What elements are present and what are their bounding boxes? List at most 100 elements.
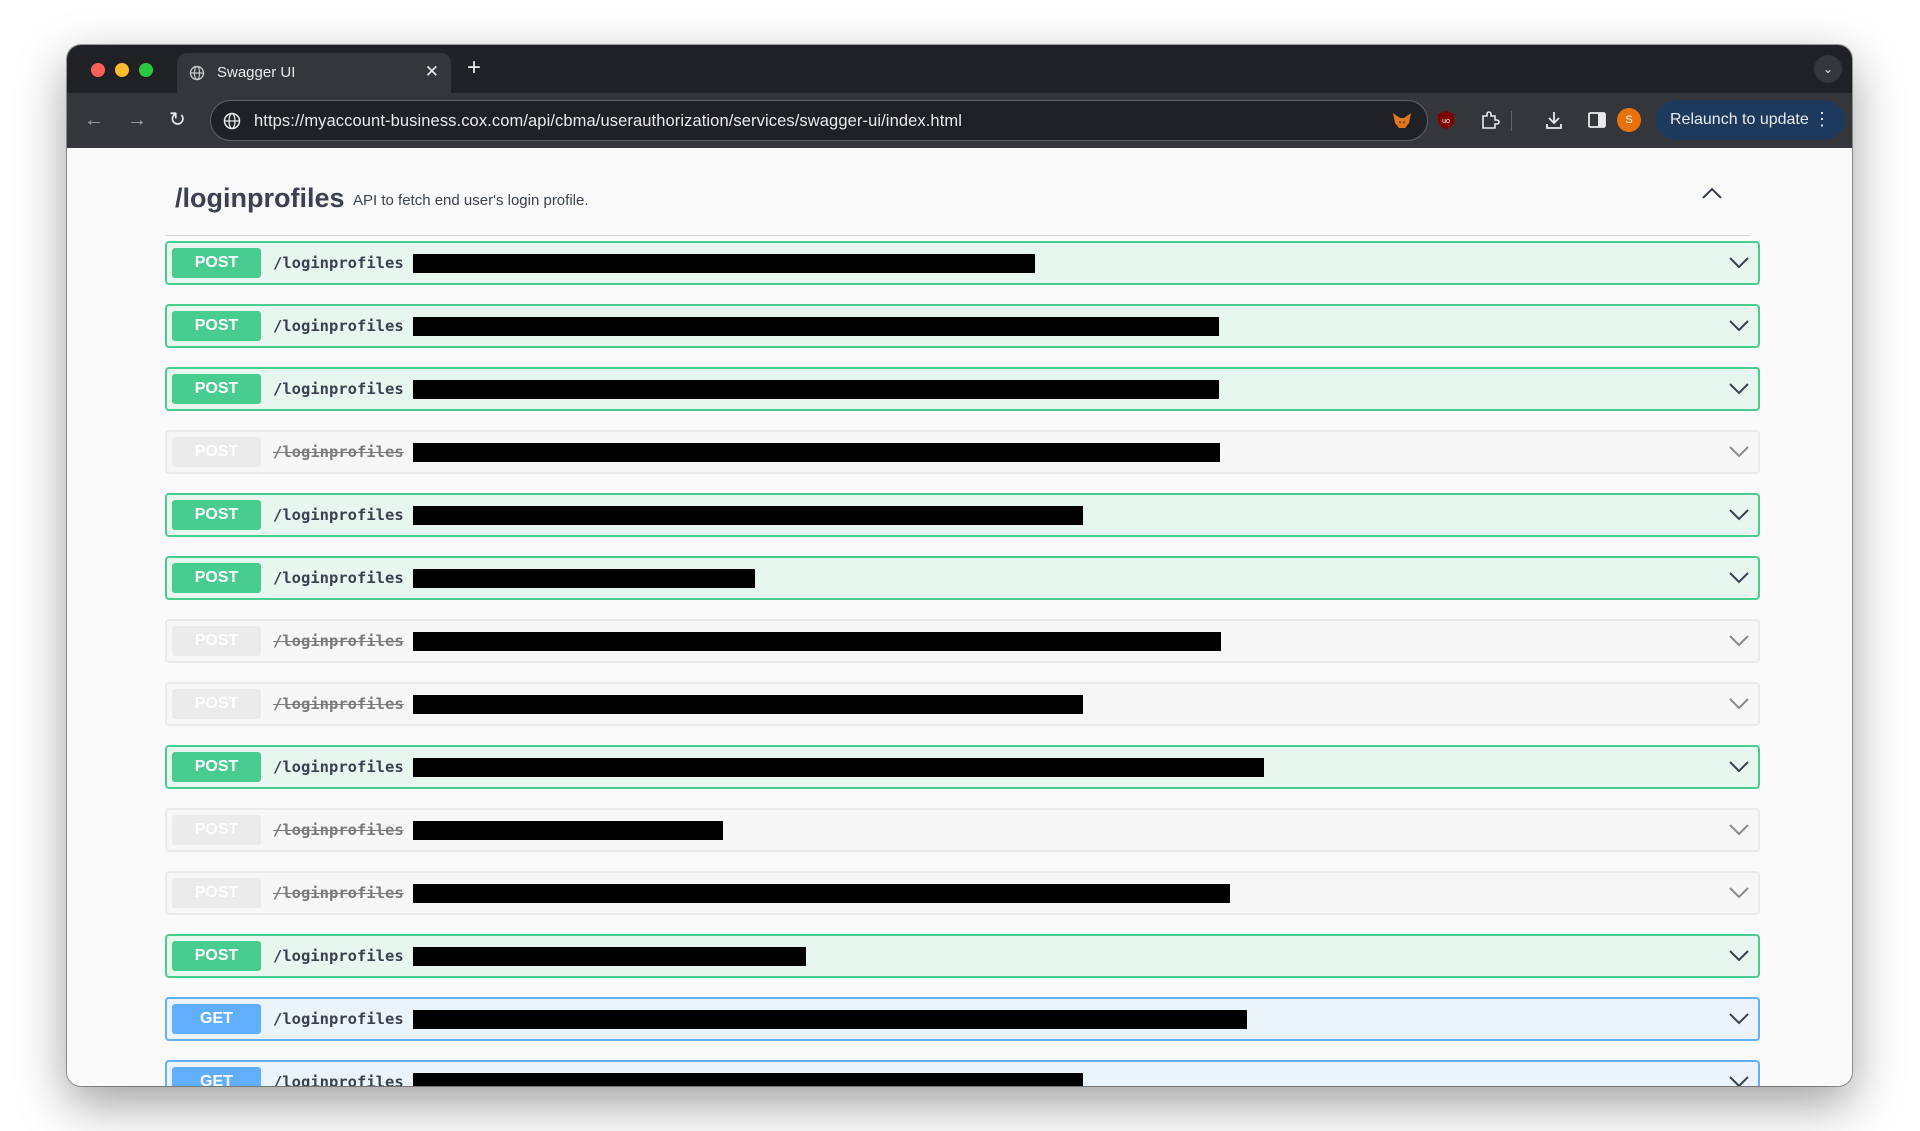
- url-text[interactable]: https://myaccount-business.cox.com/api/c…: [254, 112, 962, 131]
- operation-row[interactable]: POST/loginprofiles: [165, 556, 1760, 600]
- operation-row[interactable]: POST/loginprofiles: [165, 430, 1760, 474]
- extensions-puzzle-icon[interactable]: [1479, 109, 1501, 131]
- operation-path[interactable]: /loginprofiles: [273, 317, 404, 335]
- operation-row[interactable]: POST/loginprofiles: [165, 808, 1760, 852]
- operations-tag-header[interactable]: /loginprofiles API to fetch end user's l…: [165, 148, 1750, 236]
- maximize-window-button[interactable]: [139, 63, 153, 77]
- redacted-path-bar: [413, 254, 1035, 273]
- operation-row[interactable]: POST/loginprofiles: [165, 304, 1760, 348]
- http-method-badge: POST: [172, 752, 261, 782]
- tab-title: Swagger UI: [217, 64, 296, 81]
- chevron-down-icon[interactable]: [1728, 508, 1750, 522]
- operation-row[interactable]: POST/loginprofiles: [165, 934, 1760, 978]
- chevron-down-icon[interactable]: [1728, 319, 1750, 333]
- operation-path[interactable]: /loginprofiles: [273, 947, 404, 965]
- operation-path[interactable]: /loginprofiles: [273, 569, 404, 587]
- chevron-down-icon[interactable]: [1728, 886, 1750, 900]
- section-title[interactable]: /loginprofiles: [175, 183, 345, 214]
- http-method-badge: POST: [172, 941, 261, 971]
- tab-strip: Swagger UI ✕ + ⌄: [67, 45, 1852, 93]
- http-method-badge: GET: [172, 1067, 261, 1086]
- operation-path[interactable]: /loginprofiles: [273, 758, 404, 776]
- window-controls: [91, 63, 153, 77]
- http-method-badge: POST: [172, 626, 261, 656]
- redacted-path-bar: [413, 821, 723, 840]
- redacted-path-bar: [413, 1010, 1247, 1029]
- operation-path[interactable]: /loginprofiles: [273, 821, 404, 839]
- redacted-path-bar: [413, 884, 1230, 903]
- operation-row[interactable]: POST/loginprofiles: [165, 619, 1760, 663]
- chevron-down-icon[interactable]: [1728, 1075, 1750, 1086]
- chevron-down-icon[interactable]: [1728, 445, 1750, 459]
- close-tab-icon[interactable]: ✕: [425, 62, 439, 82]
- redacted-path-bar: [413, 380, 1219, 399]
- operation-path[interactable]: /loginprofiles: [273, 1010, 404, 1028]
- redacted-path-bar: [413, 947, 806, 966]
- browser-window: Swagger UI ✕ + ⌄ ← → ↻ https://myaccount…: [67, 45, 1852, 1086]
- http-method-badge: GET: [172, 1004, 261, 1034]
- operation-row[interactable]: POST/loginprofiles: [165, 493, 1760, 537]
- svg-text:uo: uo: [1442, 118, 1450, 125]
- download-icon[interactable]: [1543, 109, 1565, 131]
- address-bar[interactable]: https://myaccount-business.cox.com/api/c…: [210, 100, 1428, 141]
- operation-path[interactable]: /loginprofiles: [273, 254, 404, 272]
- profile-avatar[interactable]: S: [1617, 108, 1641, 132]
- forward-arrow-icon[interactable]: →: [127, 110, 147, 130]
- chevron-down-icon[interactable]: [1728, 256, 1750, 270]
- ublock-icon[interactable]: uo: [1435, 109, 1457, 131]
- http-method-badge: POST: [172, 500, 261, 530]
- site-info-icon[interactable]: [223, 112, 241, 130]
- chevron-down-icon[interactable]: [1728, 1012, 1750, 1026]
- chevron-down-icon[interactable]: [1728, 949, 1750, 963]
- redacted-path-bar: [413, 569, 755, 588]
- back-arrow-icon[interactable]: ←: [84, 110, 104, 130]
- operation-path[interactable]: /loginprofiles: [273, 1073, 404, 1086]
- chevron-down-icon[interactable]: [1728, 571, 1750, 585]
- relaunch-to-update-button[interactable]: Relaunch to update ⋮: [1655, 100, 1845, 140]
- redacted-path-bar: [413, 1073, 1083, 1086]
- redacted-path-bar: [413, 443, 1220, 462]
- operation-row[interactable]: POST/loginprofiles: [165, 367, 1760, 411]
- operation-row[interactable]: GET/loginprofiles: [165, 1060, 1760, 1086]
- operation-path[interactable]: /loginprofiles: [273, 695, 404, 713]
- side-panel-icon[interactable]: [1586, 109, 1608, 131]
- close-window-button[interactable]: [91, 63, 105, 77]
- operation-path[interactable]: /loginprofiles: [273, 506, 404, 524]
- chevron-down-icon[interactable]: [1728, 760, 1750, 774]
- http-method-badge: POST: [172, 689, 261, 719]
- chevron-down-icon[interactable]: [1728, 634, 1750, 648]
- operation-path[interactable]: /loginprofiles: [273, 632, 404, 650]
- operation-path[interactable]: /loginprofiles: [273, 380, 404, 398]
- operation-path[interactable]: /loginprofiles: [273, 884, 404, 902]
- http-method-badge: POST: [172, 311, 261, 341]
- operation-row[interactable]: POST/loginprofiles: [165, 871, 1760, 915]
- tab-search-button[interactable]: ⌄: [1814, 55, 1842, 83]
- chevron-up-icon[interactable]: [1701, 186, 1723, 200]
- operation-row[interactable]: POST/loginprofiles: [165, 682, 1760, 726]
- tab-swagger-ui[interactable]: Swagger UI ✕: [177, 53, 451, 93]
- chevron-down-icon[interactable]: [1728, 697, 1750, 711]
- http-method-badge: POST: [172, 815, 261, 845]
- toolbar-divider: [1511, 111, 1512, 131]
- browser-toolbar: ← → ↻ https://myaccount-business.cox.com…: [67, 93, 1852, 148]
- http-method-badge: POST: [172, 563, 261, 593]
- chevron-down-icon[interactable]: [1728, 382, 1750, 396]
- minimize-window-button[interactable]: [115, 63, 129, 77]
- http-method-badge: POST: [172, 248, 261, 278]
- http-method-badge: POST: [172, 437, 261, 467]
- operation-row[interactable]: POST/loginprofiles: [165, 241, 1760, 285]
- operation-row[interactable]: GET/loginprofiles: [165, 997, 1760, 1041]
- more-menu-icon[interactable]: ⋮: [1813, 109, 1831, 129]
- redacted-path-bar: [413, 506, 1083, 525]
- page-content: /loginprofiles API to fetch end user's l…: [67, 148, 1852, 1086]
- new-tab-button[interactable]: +: [467, 54, 481, 82]
- redacted-path-bar: [413, 632, 1221, 651]
- redacted-path-bar: [413, 695, 1083, 714]
- operation-row[interactable]: POST/loginprofiles: [165, 745, 1760, 789]
- metamask-fox-icon[interactable]: [1391, 109, 1413, 131]
- reload-icon[interactable]: ↻: [169, 110, 186, 130]
- chevron-down-icon[interactable]: [1728, 823, 1750, 837]
- globe-icon: [189, 65, 205, 81]
- operation-path[interactable]: /loginprofiles: [273, 443, 404, 461]
- relaunch-label: Relaunch to update: [1670, 111, 1809, 128]
